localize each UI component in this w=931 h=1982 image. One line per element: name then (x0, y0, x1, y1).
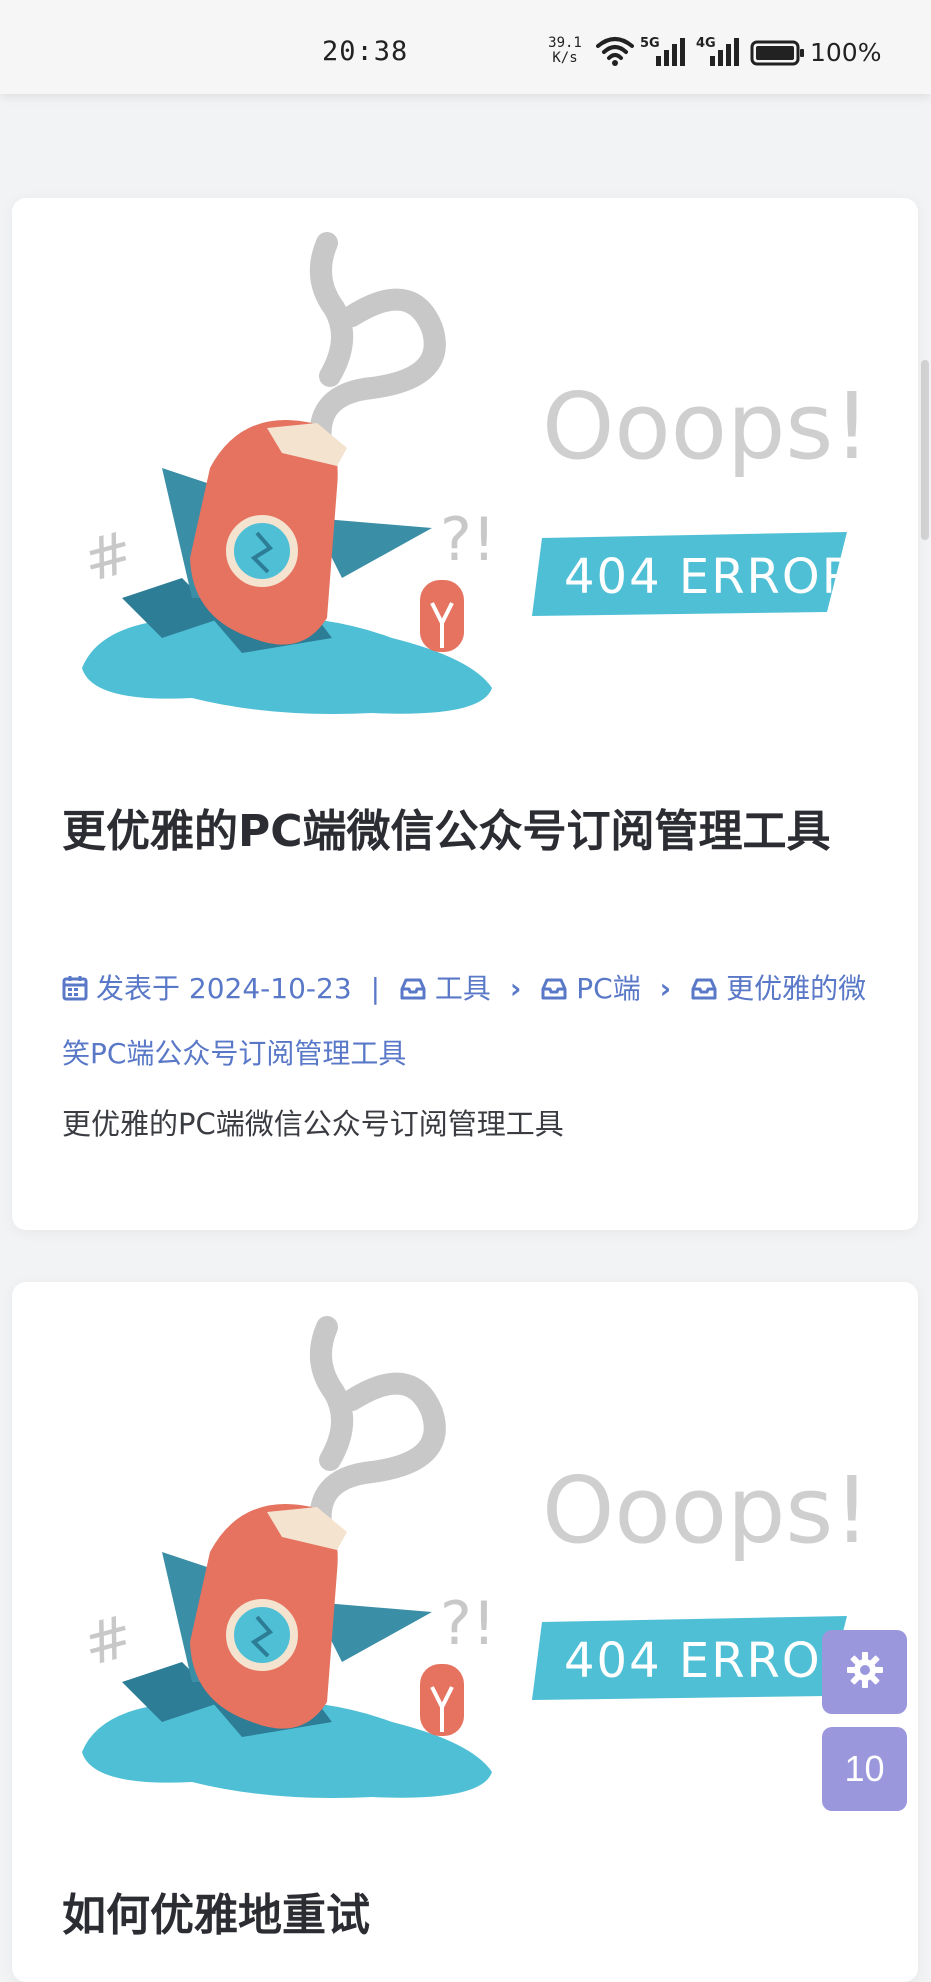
category-link[interactable]: 工具 (435, 972, 491, 1005)
svg-text:#: # (76, 1601, 141, 1679)
category-link[interactable]: PC端 (576, 972, 640, 1005)
signal-5g-icon (654, 36, 688, 70)
settings-button[interactable] (822, 1630, 907, 1714)
status-time: 20:38 (322, 36, 409, 67)
post-card[interactable]: # ?! Ooops! 404 ERROR 如何优雅地重试 (12, 1282, 918, 1982)
chevron-right-icon: › (509, 972, 522, 1005)
status-bar: 20:38 39.1 K/s 5G 4G 100% (0, 0, 931, 94)
inbox-icon (690, 961, 718, 1023)
inbox-icon (399, 961, 427, 1023)
ooops-text: Ooops! (542, 373, 870, 480)
post-title[interactable]: 更优雅的PC端微信公众号订阅管理工具 (62, 800, 882, 864)
published-label: 发表于 (96, 972, 181, 1005)
post-excerpt: 更优雅的PC端微信公众号订阅管理工具 (62, 1107, 564, 1141)
reading-progress-button[interactable]: 10 (822, 1727, 907, 1811)
battery-percent: 100% (810, 38, 882, 67)
error-banner-text: 404 ERROR (564, 549, 857, 605)
ooops-text: Ooops! (542, 1457, 870, 1564)
battery-icon (750, 40, 806, 70)
smoke-trail (309, 1316, 446, 1543)
chevron-right-icon: › (659, 972, 672, 1005)
svg-text:?!: ?! (440, 505, 496, 575)
post-title[interactable]: 如何优雅地重试 (62, 1884, 882, 1948)
page-scrollbar[interactable] (919, 94, 931, 1920)
svg-text:#: # (76, 517, 141, 595)
signal-4g-icon (708, 36, 742, 70)
svg-text:?!: ?! (440, 1589, 496, 1659)
error-banner-text: 404 ERROR (564, 1633, 857, 1689)
post-meta: 发表于 2024-10-23 | 工具 › PC端 › 更优雅的微笑PC端公众号… (62, 958, 892, 1085)
post-thumbnail[interactable]: # ?! Ooops! 404 ERROR (12, 198, 918, 768)
wifi-icon (596, 36, 634, 70)
post-card[interactable]: # ?! Ooops! 404 ERROR 更优雅的PC端微信公众号订阅管理工具… (12, 198, 918, 1230)
network-speed-unit: K/s (552, 50, 578, 66)
scrollbar-thumb[interactable] (921, 360, 929, 540)
calendar-icon (62, 961, 88, 1023)
network-speed: 39.1 K/s (548, 36, 582, 66)
inbox-icon (540, 961, 568, 1023)
post-thumbnail[interactable]: # ?! Ooops! 404 ERROR (12, 1282, 918, 1852)
smoke-trail (309, 232, 446, 459)
post-date: 2024-10-23 (188, 972, 352, 1005)
gear-icon (845, 1650, 885, 1694)
network-speed-value: 39.1 (548, 35, 582, 51)
meta-separator: | (370, 972, 380, 1005)
